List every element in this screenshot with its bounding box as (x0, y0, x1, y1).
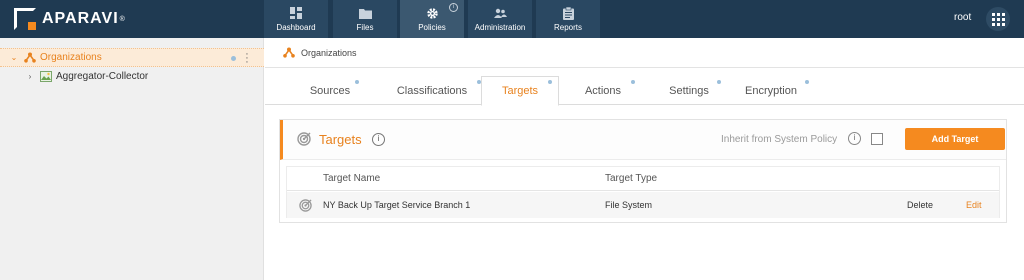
nav-label: Reports (553, 22, 582, 32)
brand-reg: ® (119, 15, 125, 23)
org-icon (283, 47, 295, 58)
user-name[interactable]: root (954, 12, 971, 23)
app-logo[interactable]: APARAVI ® (14, 7, 125, 31)
more-options-icon[interactable]: · · · (244, 49, 250, 68)
collector-icon (40, 71, 52, 82)
tab-status-dot (717, 80, 721, 84)
target-icon (297, 132, 311, 151)
inherit-checkbox[interactable] (871, 133, 883, 145)
top-bar: APARAVI ® Dashboard Files Policies i Adm… (0, 0, 1024, 38)
tab-label: Encryption (745, 85, 797, 97)
nav-dashboard[interactable]: Dashboard (264, 0, 328, 38)
add-target-button[interactable]: Add Target (905, 128, 1005, 150)
status-dot (231, 56, 236, 61)
sidebar: ⌄ Organizations · · · › Aggregator-Collect… (0, 38, 264, 280)
nav-label: Policies (418, 22, 446, 32)
nav-administration[interactable]: Administration (468, 0, 532, 38)
target-icon (299, 192, 312, 218)
tab-label: Settings (669, 85, 709, 97)
info-icon[interactable]: i (848, 132, 861, 145)
chevron-down-icon[interactable]: ⌄ (8, 53, 20, 62)
tab-settings[interactable]: Settings (649, 77, 729, 105)
table-row[interactable]: NY Back Up Target Service Branch 1 File … (287, 192, 999, 218)
nav-reports[interactable]: Reports (536, 0, 600, 38)
targets-panel: Targets i Inherit from System Policy i A… (279, 119, 1007, 223)
tab-targets[interactable]: Targets (481, 76, 559, 106)
tab-classifications[interactable]: Classifications (377, 77, 487, 105)
logo-mark-icon (14, 8, 36, 30)
column-header-target-type[interactable]: Target Type (605, 167, 657, 190)
tab-label: Sources (309, 85, 351, 97)
targets-table: Target Name Target Type NY Back Up Targe… (286, 166, 1000, 218)
panel-header: Targets i Inherit from System Policy i A… (280, 120, 1006, 160)
nav-label: Dashboard (276, 22, 316, 32)
apps-menu-button[interactable] (986, 7, 1010, 31)
nav-policies[interactable]: Policies i (400, 0, 464, 38)
dashboard-icon (289, 7, 303, 20)
tab-status-dot (548, 80, 552, 84)
tab-status-dot (631, 80, 635, 84)
inherit-label: Inherit from System Policy (721, 134, 838, 145)
column-header-target-name[interactable]: Target Name (323, 167, 380, 190)
org-icon (24, 52, 36, 63)
chevron-right-icon[interactable]: › (24, 72, 36, 81)
tree-item-label: Aggregator-Collector (56, 71, 149, 82)
tree-item-aggregator-collector[interactable]: › Aggregator-Collector (0, 67, 264, 86)
clipboard-icon (561, 6, 575, 20)
policy-tabs: Sources Classifications Targets Actions … (265, 68, 1024, 106)
nav-label: Administration (474, 22, 526, 32)
users-icon (493, 7, 507, 20)
tab-status-dot (355, 80, 359, 84)
target-type-cell: File System (605, 200, 653, 210)
tab-sources[interactable]: Sources (295, 77, 365, 105)
tab-label: Targets (501, 85, 539, 97)
tab-label: Classifications (396, 85, 468, 97)
tab-label: Actions (584, 85, 622, 97)
edit-link[interactable]: Edit (966, 192, 982, 218)
tab-status-dot (805, 80, 809, 84)
panel-title: Targets (319, 132, 362, 147)
policies-info-icon[interactable]: i (449, 3, 458, 12)
table-header: Target Name Target Type (287, 167, 999, 191)
breadcrumb: Organizations (265, 38, 1024, 68)
grid-icon (991, 12, 1005, 26)
gear-icon (425, 7, 439, 20)
info-icon[interactable]: i (372, 133, 385, 146)
breadcrumb-label[interactable]: Organizations (301, 48, 357, 58)
nav-label: Files (356, 22, 374, 32)
delete-link[interactable]: Delete (907, 192, 933, 218)
tree-item-label: Organizations (40, 52, 102, 63)
tab-encryption[interactable]: Encryption (731, 77, 811, 105)
tab-actions[interactable]: Actions (567, 77, 639, 105)
tree-item-organizations[interactable]: ⌄ Organizations · · · (0, 48, 264, 68)
brand-name: APARAVI (42, 10, 119, 27)
target-name-cell: NY Back Up Target Service Branch 1 (323, 200, 471, 210)
folder-icon (358, 7, 372, 20)
nav-files[interactable]: Files (333, 0, 397, 38)
